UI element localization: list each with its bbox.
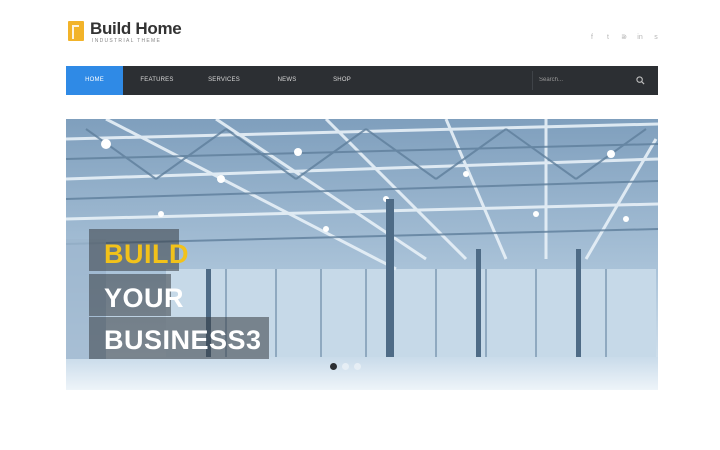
slider-dot[interactable] [342,363,349,370]
brand-name: Build Home [90,19,182,38]
nav-item-services[interactable]: SERVICES [193,66,255,95]
hero-headline-line3: BUSINESS3 [104,325,262,355]
main-navigation: HOME FEATURES SERVICES NEWS SHOP [66,66,658,95]
facebook-icon[interactable]: f [588,33,596,42]
hero-headline-line1: BUILD [104,239,189,269]
search-box [532,71,653,90]
nav-item-features[interactable]: FEATURES [129,66,185,95]
rss-icon[interactable]: ⋑ [620,33,628,42]
slider-dot[interactable] [354,363,361,370]
brand-tagline: INDUSTRIAL THEME [92,38,162,44]
search-icon[interactable] [636,76,645,85]
hero-headline-line2: YOUR [104,283,185,313]
search-input[interactable] [539,74,631,86]
hero-slider: BUILD YOUR BUSINESS3 [66,119,658,390]
site-logo[interactable]: Build Home INDUSTRIAL THEME [68,19,188,46]
twitter-icon[interactable]: t [604,33,612,42]
nav-item-home[interactable]: HOME [66,66,123,95]
nav-item-news[interactable]: NEWS [263,66,311,95]
linkedin-icon[interactable]: in [636,33,644,42]
slider-dot[interactable] [330,363,337,370]
social-links: f t ⋑ in s [588,33,660,42]
logo-mark-icon [68,21,84,41]
skype-icon[interactable]: s [652,33,660,42]
nav-item-shop[interactable]: SHOP [318,66,366,95]
slider-pagination [330,363,361,370]
